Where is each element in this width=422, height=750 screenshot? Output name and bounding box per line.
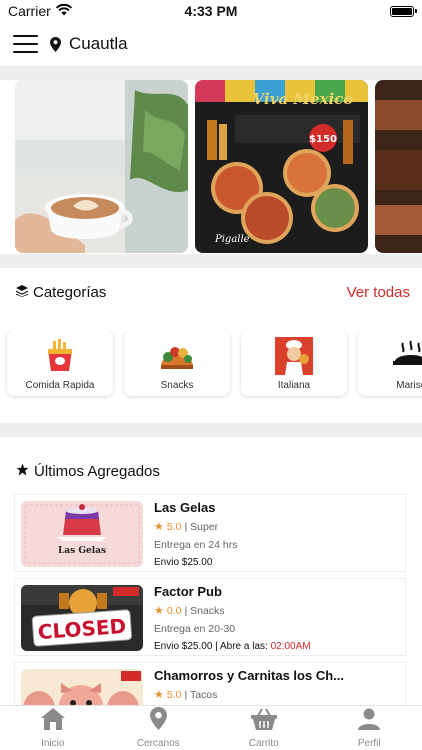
divider — [0, 423, 422, 437]
opening-time: 02:00AM — [270, 641, 311, 652]
banner-brand: Pigalle — [214, 234, 250, 245]
rating-star-icon: ★ — [154, 521, 164, 533]
home-icon — [40, 707, 65, 735]
item-info: Factor Pub ★ 0.0 | Snacks Entrega en 20-… — [148, 579, 405, 655]
categories-title-text: Categorías — [33, 284, 107, 301]
restaurant-thumbnail — [21, 669, 143, 706]
rating-row: ★ 5.0 | Super — [154, 520, 401, 534]
category-text: | Snacks — [184, 604, 225, 617]
see-all-link[interactable]: Ver todas — [347, 284, 410, 301]
menu-icon[interactable] — [13, 35, 38, 53]
category-text: | Super — [184, 520, 219, 533]
restaurant-thumbnail: Las Gelas — [21, 501, 143, 567]
tab-label: Cercanos — [136, 738, 180, 749]
location-label[interactable]: Cuautla — [69, 34, 128, 54]
rating-star-icon: ★ — [154, 605, 164, 617]
layers-icon — [16, 284, 28, 301]
seafood-icon — [392, 337, 422, 375]
category-card-comida-rapida[interactable]: Comida Rapida — [7, 330, 113, 396]
tab-bar: Inicio Cercanos Carrito Perfil — [0, 705, 422, 750]
divider — [0, 254, 422, 268]
promo-slide-viva-mexico[interactable]: Viva Mexico $150 Pigalle — [195, 80, 368, 253]
pizza-promo-image: Viva Mexico $150 Pigalle — [195, 80, 368, 253]
restaurant-name: Factor Pub — [154, 584, 222, 599]
categories-row[interactable]: Comida Rapida Snacks Italiana Marisc — [0, 330, 422, 400]
category-text: | Tacos — [184, 688, 218, 701]
tab-label: Inicio — [41, 737, 65, 749]
shipping-cost: Envio $25.00 | Abre a las: 02:00AM — [154, 641, 401, 652]
restaurant-name: Las Gelas — [154, 500, 216, 515]
star-icon — [16, 463, 29, 480]
rating-value: 5.0 — [166, 688, 182, 701]
category-label: Snacks — [160, 380, 194, 391]
tab-inicio[interactable]: Inicio — [0, 706, 106, 750]
restaurant-thumbnail: CLOSED — [21, 585, 143, 651]
status-left: Carrier — [8, 3, 72, 19]
category-label: Marisc — [396, 380, 422, 391]
latest-title-text: Últimos Agregados — [34, 463, 160, 480]
location-pin-icon — [50, 36, 61, 52]
carrier-label: Carrier — [8, 3, 51, 19]
wifi-icon — [55, 3, 72, 19]
food-image — [375, 80, 422, 253]
categories-title: Categorías — [16, 284, 106, 301]
status-bar: Carrier 4:33 PM — [0, 0, 422, 22]
latest-header: Últimos Agregados — [16, 463, 410, 480]
promo-slide-partial[interactable] — [375, 80, 422, 253]
latest-title: Últimos Agregados — [16, 463, 160, 480]
user-icon — [358, 708, 381, 735]
categories-header: Categorías Ver todas — [16, 284, 410, 301]
category-card-mariscos[interactable]: Marisc — [358, 330, 422, 396]
battery-icon — [390, 5, 417, 17]
divider — [0, 66, 422, 80]
list-item-las-gelas[interactable]: Las Gelas Las Gelas ★ 5.0 | Super Entreg… — [14, 494, 406, 572]
app-header: Cuautla — [0, 22, 422, 66]
category-label: Comida Rapida — [25, 380, 95, 391]
chef-icon — [275, 337, 313, 375]
location-pin-icon — [149, 707, 167, 735]
rating-row: ★ 0.0 | Snacks — [154, 604, 401, 618]
coffee-image — [15, 80, 188, 253]
category-card-italiana[interactable]: Italiana — [241, 330, 347, 396]
tab-carrito[interactable]: Carrito — [211, 706, 317, 750]
shipping-cost: Envio $25.00 — [154, 557, 213, 568]
banner-title: Viva Mexico — [253, 90, 354, 108]
rating-value: 0.0 — [166, 604, 182, 617]
fast-food-icon — [41, 337, 79, 375]
rating-star-icon: ★ — [154, 689, 164, 701]
item-info: Las Gelas ★ 5.0 | Super Entrega en 24 hr… — [148, 495, 405, 571]
promo-slide-coffee[interactable] — [15, 80, 188, 253]
shipping-text: Envio $25.00 | Abre a las: — [154, 641, 268, 652]
tab-perfil[interactable]: Perfil — [317, 706, 422, 750]
basket-icon — [250, 708, 277, 735]
latest-list[interactable]: Las Gelas Las Gelas ★ 5.0 | Super Entreg… — [14, 494, 406, 706]
tab-label: Carrito — [248, 737, 279, 749]
category-card-snacks[interactable]: Snacks — [124, 330, 230, 396]
list-item-chamorros[interactable]: Chamorros y Carnitas los Ch... ★ 5.0 | T… — [14, 662, 406, 706]
category-label: Italiana — [277, 380, 311, 391]
tab-cercanos[interactable]: Cercanos — [106, 706, 212, 750]
snacks-icon — [158, 337, 196, 375]
restaurant-name: Chamorros y Carnitas los Ch... — [154, 668, 344, 683]
rating-value: 5.0 — [166, 520, 182, 533]
delivery-time: Entrega en 20-30 — [154, 623, 236, 635]
rating-row: ★ 5.0 | Tacos — [154, 688, 401, 702]
list-item-factor-pub[interactable]: CLOSED Factor Pub ★ 0.0 | Snacks Entrega… — [14, 578, 406, 656]
item-info: Chamorros y Carnitas los Ch... ★ 5.0 | T… — [148, 663, 405, 706]
delivery-time: Entrega en 24 hrs — [154, 539, 238, 551]
promo-carousel[interactable]: Viva Mexico $150 Pigalle — [0, 80, 422, 254]
banner-price: $150 — [309, 134, 337, 145]
tab-label: Perfil — [357, 737, 381, 749]
thumbnail-text: Las Gelas — [58, 546, 106, 556]
